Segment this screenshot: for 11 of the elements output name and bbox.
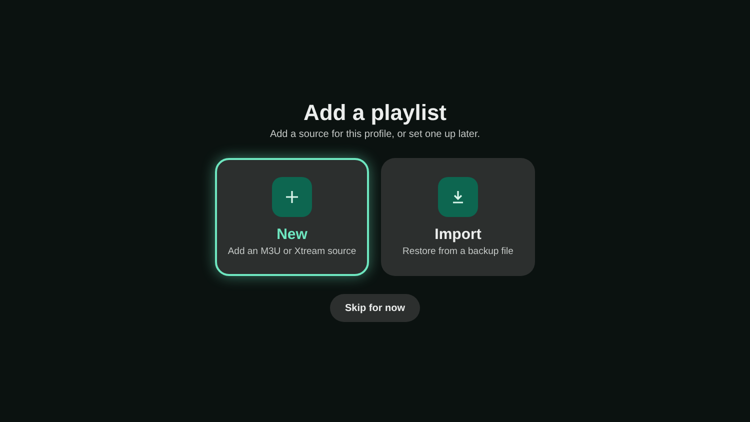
subtitle: Add a source for this profile, or set one up later. bbox=[270, 128, 480, 142]
option-description: Add an M3U or Xtream source bbox=[228, 245, 356, 258]
option-description: Restore from a backup file bbox=[402, 245, 514, 258]
download-icon bbox=[451, 190, 465, 204]
option-title: Import bbox=[434, 226, 482, 244]
plus-icon bbox=[285, 190, 299, 204]
page-title: Add a playlist bbox=[303, 99, 447, 127]
option-card[interactable]: Import Restore from a backup file bbox=[381, 158, 535, 276]
option-title: New bbox=[276, 226, 308, 244]
option-card[interactable]: New Add an M3U or Xtream source bbox=[215, 158, 369, 276]
skip-button[interactable]: Skip for now bbox=[330, 294, 420, 322]
